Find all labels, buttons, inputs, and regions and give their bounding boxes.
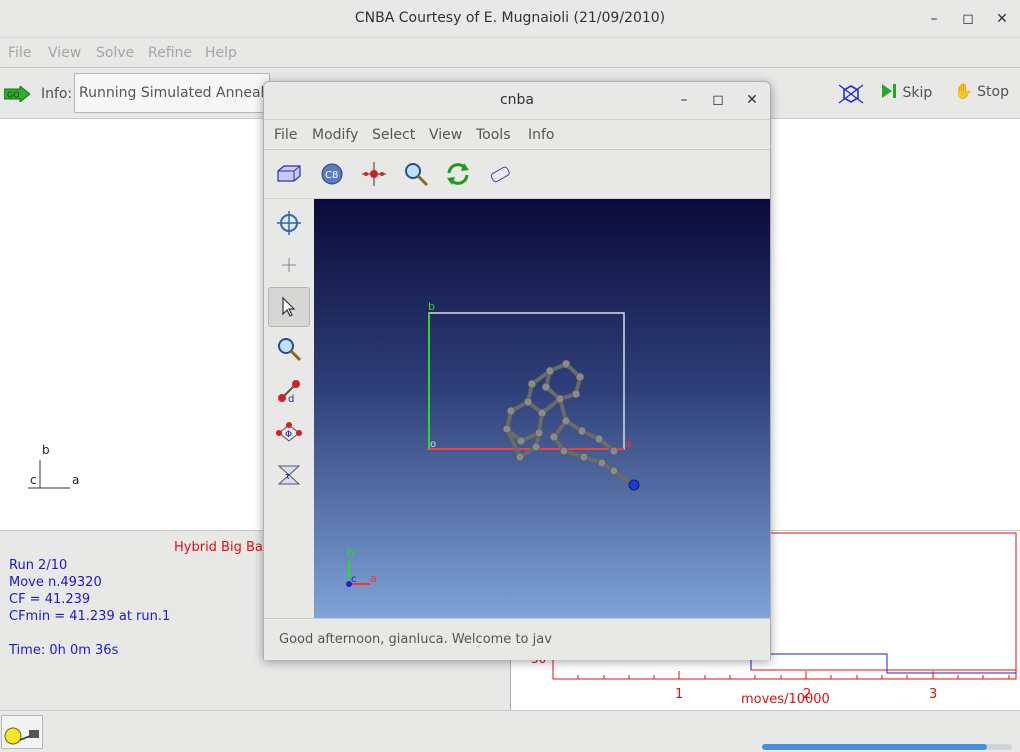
cnba-menu-info[interactable]: Info (528, 127, 555, 143)
pointer-icon[interactable] (268, 287, 310, 327)
atom-center-icon[interactable] (361, 161, 387, 187)
molecule-viewer[interactable]: b a o b c a (314, 199, 770, 618)
nitrogen-atom (628, 479, 640, 491)
menu-help[interactable]: Help (205, 45, 237, 61)
welcome-message: Good afternoon, gianluca. Welcome to jav (279, 632, 552, 647)
cnba-menu-view[interactable]: View (429, 127, 462, 143)
menu-solve[interactable]: Solve (96, 45, 134, 61)
main-statusbar (0, 710, 1020, 752)
axis-a: a (370, 572, 377, 585)
molecule-bonds (504, 362, 634, 486)
cell-a-label: a (625, 437, 632, 450)
rotate-icon[interactable] (445, 161, 471, 187)
unit-cell-icon[interactable] (276, 161, 302, 187)
cf-line: CF = 41.239 (9, 592, 91, 607)
structure-icon[interactable] (838, 82, 864, 106)
cnba-close-button[interactable]: ✕ (742, 90, 762, 110)
run-info: Run 2/10 Move n.49320 CF = 41.239 CFmin … (9, 557, 170, 659)
axis-b-label: b (42, 443, 50, 457)
stop-label: Stop (977, 84, 1009, 100)
distance-icon[interactable]: d (268, 371, 310, 411)
cell-b-label: b (428, 300, 435, 313)
progress-fill (762, 744, 987, 750)
axis-a-label: a (72, 473, 79, 487)
cnba-minimize-button[interactable]: – (674, 90, 694, 110)
cnba-menu-file[interactable]: File (274, 127, 297, 143)
run-line: Run 2/10 (9, 558, 68, 573)
cfmin-line: CFmin = 41.239 at run.1 (9, 609, 171, 624)
cnba-menu-tools[interactable]: Tools (476, 127, 511, 143)
skip-label: Skip (902, 85, 933, 101)
menu-view[interactable]: View (48, 45, 81, 61)
hand-icon: ✋ (954, 82, 973, 100)
menu-refine[interactable]: Refine (148, 45, 192, 61)
cnba-statusbar: Good afternoon, gianluca. Welcome to jav (264, 618, 770, 660)
axis-b: b (347, 546, 354, 559)
info-field[interactable]: Running Simulated Annealing (74, 73, 270, 113)
cnba-menubar: File Modify Select View Tools Info (264, 119, 770, 150)
cnba-menu-select[interactable]: Select (372, 127, 415, 143)
move-line: Move n.49320 (9, 575, 102, 590)
main-titlebar: CNBA Courtesy of E. Mugnaioli (21/09/201… (0, 0, 1020, 38)
progress-bar (762, 744, 1012, 750)
molecule-atoms (502, 359, 619, 476)
go-button[interactable]: GO (3, 84, 31, 104)
eraser-icon[interactable] (487, 161, 513, 187)
cs-badge-icon[interactable]: C8 (319, 161, 345, 187)
svg-text:τ: τ (285, 472, 290, 482)
axis-c: c (351, 574, 357, 585)
x-tick-3: 3 (929, 687, 937, 702)
window-title: CNBA Courtesy of E. Mugnaioli (21/09/201… (354, 10, 666, 26)
svg-text:Φ: Φ (285, 430, 292, 440)
cnba-window: cnba – ◻ ✕ File Modify Select View Tools… (263, 81, 771, 660)
go-label: GO (7, 91, 20, 100)
cnba-menu-modify[interactable]: Modify (312, 127, 358, 143)
skip-button[interactable]: Skip (880, 82, 932, 101)
close-button[interactable]: ✕ (992, 9, 1012, 29)
time-line: Time: 0h 0m 36s (9, 643, 119, 658)
x-axis-label: moves/10000 (741, 692, 830, 707)
status-icon[interactable] (1, 715, 43, 749)
maximize-button[interactable]: ◻ (958, 9, 978, 29)
main-menubar: File View Solve Refine Help (0, 38, 1020, 68)
minimize-button[interactable]: – (924, 9, 944, 29)
zoom-icon[interactable] (403, 161, 429, 187)
cnba-maximize-button[interactable]: ◻ (708, 90, 728, 110)
info-label: Info: (41, 86, 73, 102)
x-tick-1: 1 (675, 687, 683, 702)
skip-icon (882, 84, 896, 98)
svg-text:d: d (288, 394, 294, 404)
cnba-title: cnba (499, 92, 535, 108)
crosshair-icon[interactable] (268, 203, 310, 243)
torsion-icon[interactable]: τ (268, 455, 310, 495)
zoom-tool-icon[interactable] (268, 329, 310, 369)
cell-origin-label: o (430, 439, 436, 450)
small-crosshair-icon[interactable] (268, 245, 310, 285)
orientation-axes: b c a (26, 442, 86, 492)
go-arrow-icon: GO (3, 84, 31, 104)
cnba-side-toolbar: d Φ τ (264, 199, 314, 618)
menu-file[interactable]: File (8, 45, 31, 61)
angle-icon[interactable]: Φ (268, 413, 310, 453)
cnba-toolbar: C8 (264, 150, 770, 199)
axis-c-label: c (30, 473, 37, 487)
stop-button[interactable]: ✋ Stop (954, 82, 1009, 100)
svg-text:C8: C8 (325, 170, 338, 181)
